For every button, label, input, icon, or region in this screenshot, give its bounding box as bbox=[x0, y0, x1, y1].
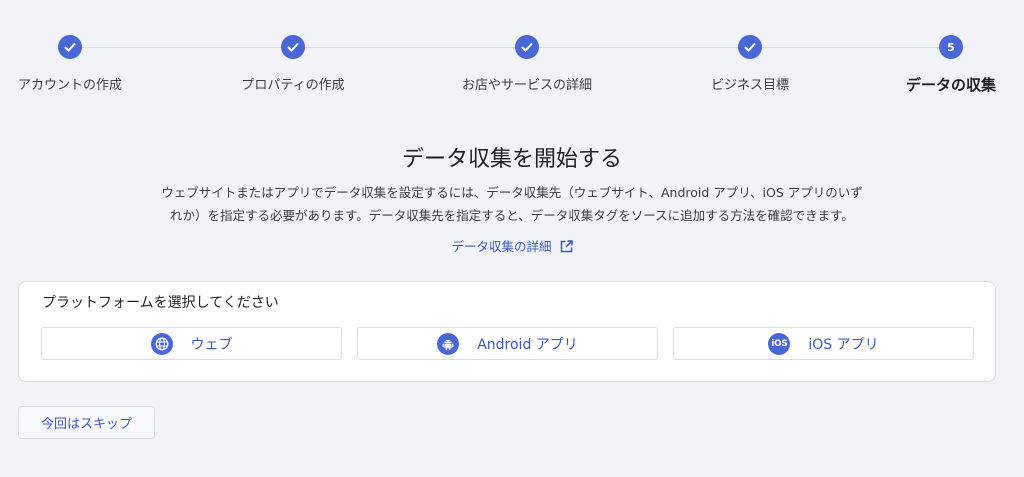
description-line: ウェブサイトまたはアプリでデータ収集を設定するには、データ収集先（ウェブサイト、… bbox=[161, 185, 863, 200]
step-number: 5 bbox=[939, 35, 963, 59]
globe-icon bbox=[150, 332, 173, 355]
platform-card: プラットフォームを選択してください ウェブ Android アプリ iOS iO… bbox=[18, 281, 996, 382]
page: アカウントの作成 プロパティの作成 お店やサービスの詳細 ビジネス目標 5 デー… bbox=[0, 0, 1024, 477]
setup-stepper: アカウントの作成 プロパティの作成 お店やサービスの詳細 ビジネス目標 5 デー… bbox=[0, 0, 1024, 110]
learn-more-link[interactable]: データ収集の詳細 bbox=[0, 236, 1024, 256]
check-icon bbox=[738, 35, 762, 59]
step-business-objectives: ビジネス目標 bbox=[650, 35, 850, 93]
platform-android-button[interactable]: Android アプリ bbox=[357, 327, 658, 360]
open-in-new-icon bbox=[560, 240, 573, 256]
check-icon bbox=[515, 35, 539, 59]
android-icon bbox=[437, 332, 460, 355]
description-line: れか）を指定する必要があります。データ収集先を指定すると、データ収集タグをソース… bbox=[170, 208, 854, 223]
platform-web-label: ウェブ bbox=[190, 336, 233, 353]
platform-ios-button[interactable]: iOS iOS アプリ bbox=[673, 327, 974, 360]
step-label: アカウントの作成 bbox=[17, 78, 122, 93]
step-label: お店やサービスの詳細 bbox=[461, 78, 592, 93]
platform-web-button[interactable]: ウェブ bbox=[41, 327, 342, 360]
step-label: プロパティの作成 bbox=[241, 78, 345, 93]
step-label: ビジネス目標 bbox=[710, 78, 789, 93]
step-data-collection: 5 データの収集 bbox=[851, 35, 1024, 95]
check-icon bbox=[281, 35, 305, 59]
ios-icon: iOS bbox=[768, 332, 791, 355]
learn-more-label: データ収集の詳細 bbox=[451, 239, 552, 254]
step-business-details: お店やサービスの詳細 bbox=[427, 35, 627, 93]
platform-card-title: プラットフォームを選択してください bbox=[42, 295, 279, 311]
step-label: データの収集 bbox=[905, 76, 996, 94]
skip-button[interactable]: 今回はスキップ bbox=[18, 406, 155, 439]
step-create-account: アカウントの作成 bbox=[0, 35, 170, 93]
step-create-property: プロパティの作成 bbox=[193, 35, 393, 93]
platform-ios-label: iOS アプリ bbox=[808, 336, 879, 353]
page-description: ウェブサイトまたはアプリでデータ収集を設定するには、データ収集先（ウェブサイト、… bbox=[130, 181, 894, 227]
ios-icon-text: iOS bbox=[771, 338, 788, 349]
platform-android-label: Android アプリ bbox=[477, 336, 578, 353]
page-title: データ収集を開始する bbox=[401, 147, 622, 172]
check-icon bbox=[58, 35, 82, 59]
